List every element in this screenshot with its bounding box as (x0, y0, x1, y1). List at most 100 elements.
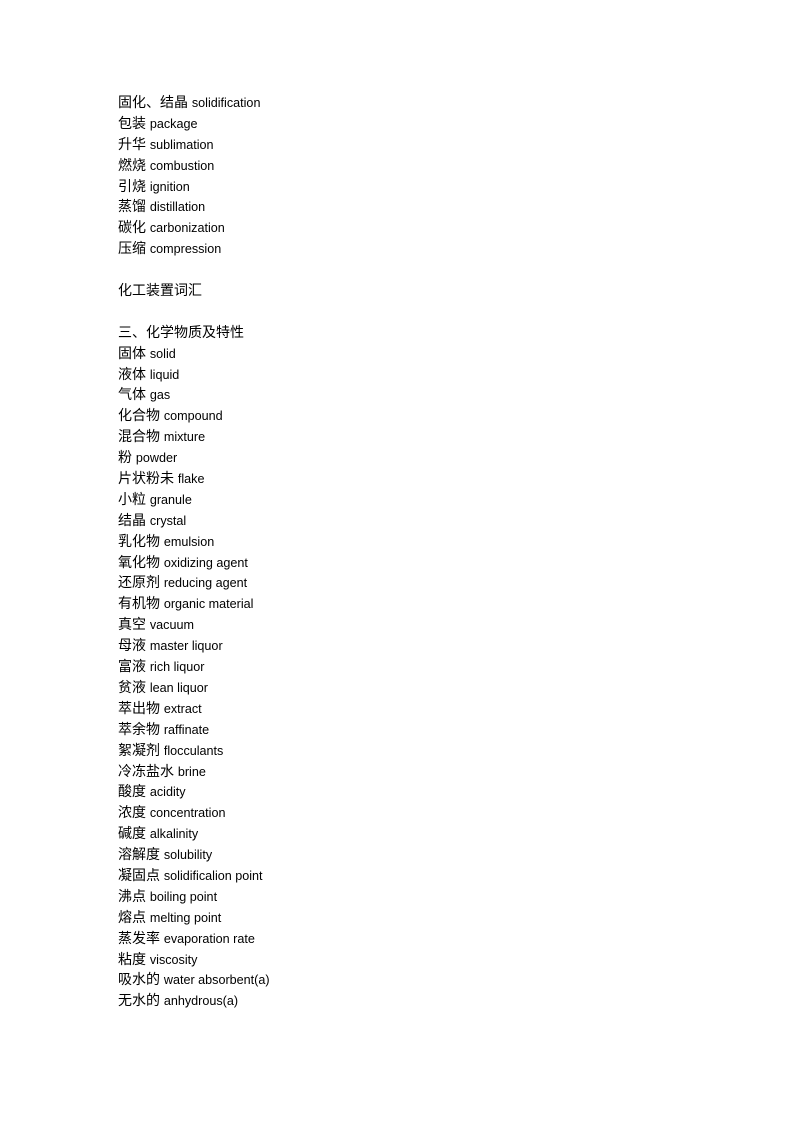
entry-term-en: solubility (163, 848, 213, 863)
entry-term-en: lean liquor (149, 680, 208, 695)
entry-term-en: compound (163, 409, 223, 424)
glossary-entry: 固化、结晶 solidification (118, 92, 678, 113)
glossary-entry: 小粒 granule (118, 489, 678, 510)
entry-term-en: gas (149, 388, 171, 403)
glossary-entry: 燃烧 combustion (118, 155, 678, 176)
entry-term-zh: 浓度 (118, 804, 146, 821)
glossary-entry: 贫液 lean liquor (118, 677, 678, 698)
entry-term-zh: 气体 (118, 386, 146, 403)
entry-term-zh: 化合物 (118, 407, 160, 424)
entry-term-zh: 还原剂 (118, 574, 160, 591)
entry-term-en: ignition (149, 179, 190, 194)
glossary-entry: 溶解度 solubility (118, 844, 678, 865)
entry-term-en: package (149, 116, 198, 131)
entry-term-en: crystal (149, 513, 187, 528)
glossary-entry: 还原剂 reducing agent (118, 572, 678, 593)
entry-term-en: vacuum (149, 618, 194, 633)
entry-term-zh: 富液 (118, 658, 146, 675)
entry-term-zh: 片状粉未 (118, 470, 174, 487)
entry-term-zh: 碳化 (118, 219, 146, 236)
glossary-entry: 混合物 mixture (118, 426, 678, 447)
entry-term-en: granule (149, 492, 192, 507)
glossary-entry: 萃余物 raffinate (118, 719, 678, 740)
entry-term-zh: 贫液 (118, 678, 146, 695)
glossary-entry: 熔点 melting point (118, 907, 678, 928)
glossary-entry: 真空 vacuum (118, 614, 678, 635)
glossary-entry: 碳化 carbonization (118, 217, 678, 238)
entry-term-en: powder (135, 451, 178, 466)
entry-term-zh: 结晶 (118, 511, 146, 528)
entry-term-en: organic material (163, 597, 254, 612)
entry-term-en: solid (149, 346, 176, 361)
entry-term-en: reducing agent (163, 576, 248, 591)
glossary-entry: 气体 gas (118, 384, 678, 405)
document-page: 固化、结晶 solidification 包装 package 升华 sublima… (0, 0, 794, 1123)
entry-term-zh: 吸水的 (118, 971, 160, 988)
entry-term-zh: 压缩 (118, 240, 146, 257)
entry-term-en: solidification (191, 96, 261, 110)
document-body: 固化、结晶 solidification 包装 package 升华 sublima… (118, 92, 678, 1011)
entry-term-zh: 萃余物 (118, 720, 160, 737)
entry-term-en: solidificalion point (163, 868, 263, 883)
entry-term-zh: 酸度 (118, 783, 146, 800)
entry-term-zh: 粉 (118, 449, 132, 466)
entry-term-en: concentration (149, 806, 226, 821)
entry-term-en: compression (149, 242, 222, 257)
entry-term-zh: 小粒 (118, 490, 146, 507)
entry-term-en: mixture (163, 430, 206, 445)
glossary-entry: 结晶 crystal (118, 510, 678, 531)
entry-term-en: evaporation rate (163, 931, 255, 946)
entry-term-zh: 熔点 (118, 908, 146, 925)
glossary-entry: 氧化物 oxidizing agent (118, 552, 678, 573)
glossary-entry: 压缩 compression (118, 238, 678, 259)
glossary-entry: 吸水的 water absorbent(a) (118, 969, 678, 990)
entry-term-en: flake (177, 472, 205, 487)
entry-term-zh: 溶解度 (118, 846, 160, 863)
entry-term-en: master liquor (149, 639, 223, 654)
entry-term-en: alkalinity (149, 827, 199, 842)
glossary-entry: 富液 rich liquor (118, 656, 678, 677)
entry-term-en: boiling point (149, 889, 218, 904)
entry-term-zh: 有机物 (118, 595, 160, 612)
entry-term-zh: 氧化物 (118, 553, 160, 570)
entry-term-en: distillation (149, 200, 206, 215)
entry-term-en: emulsion (163, 534, 215, 549)
glossary-entry: 萃出物 extract (118, 698, 678, 719)
glossary-entry: 酸度 acidity (118, 781, 678, 802)
entry-term-zh: 蒸馏 (118, 198, 146, 215)
glossary-entry: 粉 powder (118, 447, 678, 468)
glossary-entry: 蒸馏 distillation (118, 196, 678, 217)
entry-term-zh: 混合物 (118, 428, 160, 445)
entry-term-zh: 冷冻盐水 (118, 762, 174, 779)
entry-term-zh: 絮凝剂 (118, 741, 160, 758)
glossary-entry: 蒸发率 evaporation rate (118, 928, 678, 949)
glossary-entry: 凝固点 solidificalion point (118, 865, 678, 886)
section-heading: 化工装置词汇 (118, 282, 202, 299)
entry-term-zh: 燃烧 (118, 156, 146, 173)
entry-term-en: oxidizing agent (163, 555, 248, 570)
section-heading: 三、化学物质及特性 (118, 323, 244, 340)
entry-term-zh: 蒸发率 (118, 929, 160, 946)
glossary-entry: 化合物 compound (118, 405, 678, 426)
entry-term-zh: 凝固点 (118, 866, 160, 883)
entry-term-en: rich liquor (149, 660, 205, 675)
glossary-entry: 有机物 organic material (118, 593, 678, 614)
entry-term-zh: 固化、结晶 (118, 94, 188, 110)
entry-term-zh: 沸点 (118, 887, 146, 904)
entry-term-en: viscosity (149, 952, 198, 967)
glossary-entry: 包装 package (118, 113, 678, 134)
glossary-entry: 乳化物 emulsion (118, 531, 678, 552)
glossary-entry: 片状粉未 flake (118, 468, 678, 489)
entry-term-en: melting point (149, 910, 222, 925)
glossary-entry: 引烧 ignition (118, 176, 678, 197)
entry-term-en: extract (163, 701, 202, 716)
glossary-entry: 碱度 alkalinity (118, 823, 678, 844)
entry-term-en: water absorbent(a) (163, 973, 270, 988)
glossary-entry: 沸点 boiling point (118, 886, 678, 907)
entry-term-zh: 固体 (118, 344, 146, 361)
entry-term-en: combustion (149, 158, 215, 173)
entry-term-zh: 碱度 (118, 825, 146, 842)
glossary-entry: 液体 liquid (118, 364, 678, 385)
